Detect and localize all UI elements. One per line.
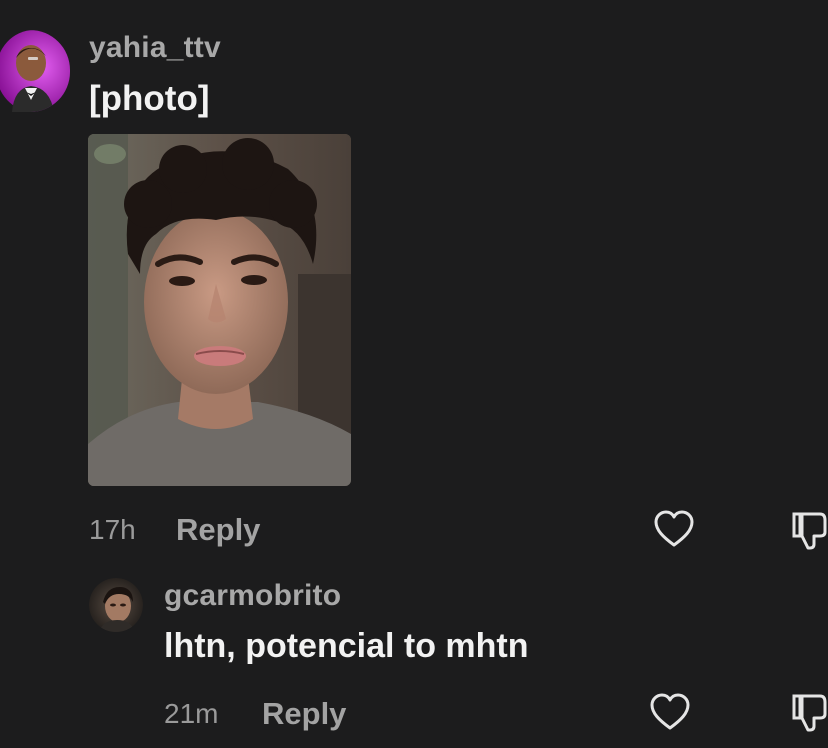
avatar[interactable] — [0, 30, 70, 112]
thumbs-down-icon[interactable] — [792, 510, 828, 550]
comment-text: [photo] — [89, 79, 210, 118]
comment-username[interactable]: yahia_ttv — [89, 31, 221, 65]
comment-username[interactable]: gcarmobrito — [164, 579, 341, 613]
heart-icon[interactable] — [649, 693, 691, 731]
comment-timestamp: 17h — [89, 514, 136, 545]
comment-text: lhtn, potencial to mhtn — [164, 627, 529, 665]
heart-icon[interactable] — [653, 510, 695, 548]
comment-timestamp: 21m — [164, 698, 219, 729]
comment-photo[interactable] — [88, 134, 351, 486]
avatar[interactable] — [89, 578, 143, 632]
comments-screen: yahia_ttv [photo] 17h Reply gcarmobrito … — [0, 0, 828, 748]
reply-button[interactable]: Reply — [262, 696, 346, 732]
thumbs-down-icon[interactable] — [792, 692, 828, 732]
reply-button[interactable]: Reply — [176, 512, 260, 548]
